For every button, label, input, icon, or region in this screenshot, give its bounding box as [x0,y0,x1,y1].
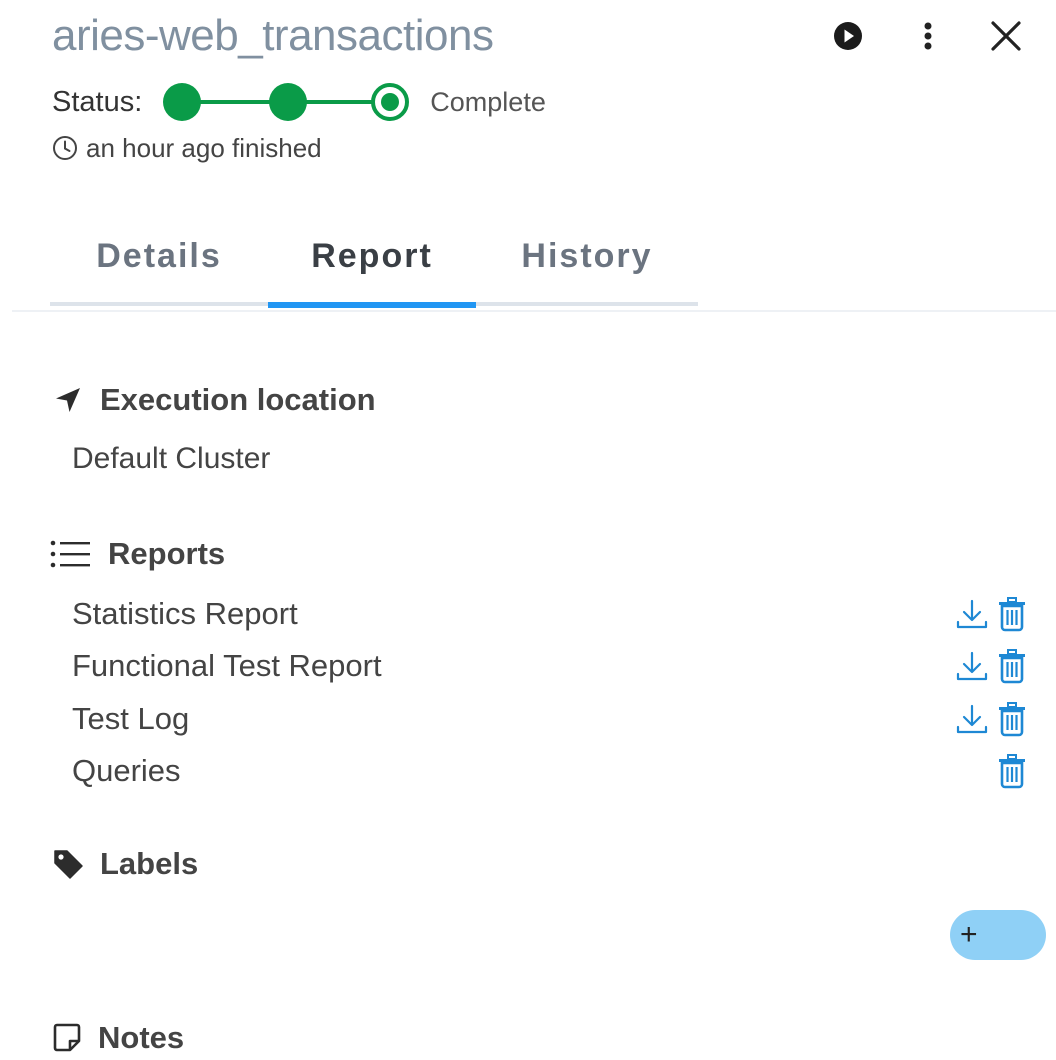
execution-location-title: Execution location [100,382,376,417]
tab-report[interactable]: Report [268,218,476,294]
labels-title: Labels [100,846,199,881]
trash-icon [999,597,1025,632]
location-arrow-icon [56,388,80,412]
execution-location-value: Default Cluster [72,442,271,475]
status-progress-steps [163,83,410,121]
trash-icon [999,649,1025,684]
download-icon [956,704,988,734]
labels-header: Labels [52,842,198,886]
tag-icon [54,850,83,879]
execution-location-header: Execution location [52,378,376,422]
delete-button[interactable] [992,646,1032,686]
report-name[interactable]: Statistics Report [72,596,932,632]
tab-details[interactable]: Details [50,218,268,294]
status-label: Status: [52,85,143,118]
finished-time-text: an hour ago finished [86,132,322,163]
report-row: Queries [72,745,1032,797]
download-button[interactable] [952,699,992,739]
note-icon [53,1023,81,1052]
tab-active-indicator [268,302,476,308]
add-label-button[interactable]: + [950,910,1046,960]
notes-title: Notes [98,1020,185,1055]
add-label-text: + [960,918,978,951]
finished-time: an hour ago finished [52,130,322,166]
report-row: Test Log [72,693,1032,745]
report-name[interactable]: Queries [72,753,932,789]
download-icon [956,599,988,629]
divider [12,310,1056,312]
download-button[interactable] [952,646,992,686]
status-step-2 [269,83,308,121]
notes-header: Notes [52,1016,184,1060]
status-text: Complete [430,86,546,117]
close-icon [991,21,1021,51]
download-button[interactable] [952,594,992,634]
page-title: aries-web_transactions [52,11,494,60]
trash-icon [999,702,1025,737]
clock-icon [53,136,77,160]
play-circle-icon [834,22,862,50]
more-vertical-icon [924,22,932,50]
tab-bar: Details Report History [50,218,698,310]
trash-icon [999,754,1025,789]
download-icon [956,651,988,681]
status-row: Status: Complete [52,80,546,124]
report-row: Functional Test Report [72,640,1032,692]
report-name[interactable]: Test Log [72,701,932,737]
delete-button[interactable] [992,699,1032,739]
delete-button[interactable] [992,751,1032,791]
report-name[interactable]: Functional Test Report [72,648,932,684]
close-button[interactable] [984,14,1028,58]
reports-title: Reports [108,536,226,571]
run-button[interactable] [826,14,870,58]
report-row: Statistics Report [72,588,1032,640]
delete-button[interactable] [992,594,1032,634]
status-step-1 [163,83,202,121]
reports-header: Reports [50,532,225,576]
list-icon [50,540,90,568]
tab-history[interactable]: History [476,218,698,294]
more-options-button[interactable] [906,14,950,58]
